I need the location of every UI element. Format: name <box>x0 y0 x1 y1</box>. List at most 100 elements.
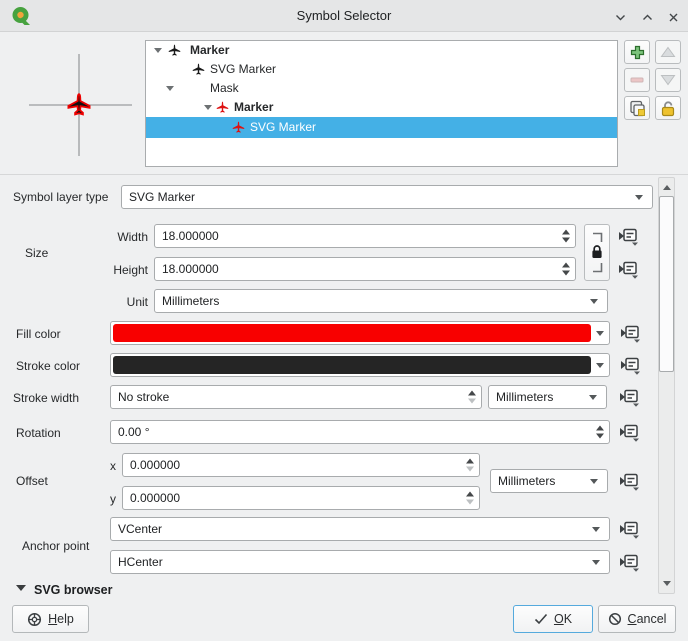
tree-item-svg-marker[interactable]: SVG Marker <box>146 60 617 79</box>
data-defined-override-button[interactable] <box>616 259 640 279</box>
plane-black-icon <box>168 44 181 57</box>
height-value: 18.000000 <box>162 262 219 276</box>
offset-unit-combo[interactable]: Millimeters <box>490 469 608 493</box>
help-button[interactable]: Help <box>12 605 89 633</box>
spin-up-icon[interactable] <box>466 459 474 464</box>
expander-icon[interactable] <box>154 48 162 53</box>
vertical-scrollbar[interactable] <box>658 177 675 594</box>
data-defined-override-button[interactable] <box>617 387 641 407</box>
stroke-width-label: Stroke width <box>13 391 79 405</box>
offset-y-spinbox[interactable]: 0.000000 <box>122 486 480 510</box>
tree-item-marker[interactable]: Marker <box>146 41 617 60</box>
spin-up-icon[interactable] <box>468 391 476 396</box>
symbol-selector-dialog: Symbol Selector Marker SVG Marker <box>0 0 688 641</box>
offset-label: Offset <box>16 474 48 488</box>
fill-color-button[interactable] <box>110 321 610 345</box>
offset-y-label: y <box>110 492 116 506</box>
window-maximize-button[interactable] <box>638 8 656 26</box>
svg-browser-label: SVG browser <box>34 583 113 596</box>
spin-up-icon[interactable] <box>596 426 604 431</box>
anchor-point-label: Anchor point <box>22 539 89 553</box>
cancel-button[interactable]: Cancel <box>598 605 676 633</box>
stroke-color-swatch <box>113 356 591 374</box>
collapse-arrow-icon <box>16 585 26 591</box>
chevron-down-icon <box>590 299 598 304</box>
move-layer-down-button <box>655 68 681 92</box>
check-icon <box>534 613 548 625</box>
anchor-vertical-value: VCenter <box>118 522 162 536</box>
chevron-down-icon <box>614 11 627 24</box>
offset-x-label: x <box>110 459 116 473</box>
tree-item-label: Mask <box>210 81 239 95</box>
symbol-layer-type-label: Symbol layer type <box>13 190 108 204</box>
spin-down-icon[interactable] <box>562 238 570 243</box>
height-label: Height <box>60 263 148 277</box>
spin-down-icon[interactable] <box>466 500 474 505</box>
symbol-layer-tree: Marker SVG Marker Mask Marker SVG Marker <box>145 40 618 167</box>
window-title: Symbol Selector <box>0 8 688 23</box>
plane-marker-icon <box>68 94 89 114</box>
anchor-horizontal-combo[interactable]: HCenter <box>110 550 610 574</box>
symbol-layer-type-value: SVG Marker <box>129 190 195 204</box>
spin-down-icon[interactable] <box>466 467 474 472</box>
tree-item-mask-marker[interactable]: Marker <box>146 98 617 117</box>
help-button-label: Help <box>48 612 74 626</box>
expander-icon[interactable] <box>166 86 174 91</box>
data-defined-override-button[interactable] <box>617 422 641 442</box>
unit-value: Millimeters <box>162 294 219 308</box>
scrollbar-thumb[interactable] <box>659 196 674 372</box>
close-icon <box>667 11 680 24</box>
tree-item-label: Marker <box>190 43 229 57</box>
width-label: Width <box>60 230 148 244</box>
offset-y-value: 0.000000 <box>130 491 180 505</box>
add-symbol-layer-button[interactable] <box>624 40 650 64</box>
ok-button[interactable]: OK <box>513 605 593 633</box>
ok-button-label: OK <box>554 612 572 626</box>
tree-item-mask[interactable]: Mask <box>146 79 617 98</box>
lock-aspect-ratio-button[interactable] <box>584 224 610 281</box>
tree-item-mask-svg-marker-selected[interactable]: SVG Marker <box>146 117 617 138</box>
lock-colors-button[interactable] <box>655 96 681 120</box>
duplicate-layer-button[interactable] <box>624 96 650 120</box>
plane-black-icon <box>192 63 205 76</box>
unit-combo[interactable]: Millimeters <box>154 289 608 313</box>
fill-color-label: Fill color <box>16 327 61 341</box>
stroke-color-button[interactable] <box>110 353 610 377</box>
lock-aspect-icon <box>588 229 606 276</box>
spin-down-icon[interactable] <box>562 271 570 276</box>
tree-item-label: SVG Marker <box>250 120 316 134</box>
anchor-vertical-combo[interactable]: VCenter <box>110 517 610 541</box>
size-label: Size <box>25 246 48 260</box>
data-defined-override-button[interactable] <box>617 552 641 572</box>
svg-browser-group-header[interactable]: SVG browser <box>16 583 113 596</box>
spin-up-icon[interactable] <box>562 230 570 235</box>
symbol-layer-type-combo[interactable]: SVG Marker <box>121 185 653 209</box>
scroll-down-icon[interactable] <box>663 581 671 586</box>
plus-icon <box>630 45 645 60</box>
scroll-up-icon[interactable] <box>663 185 671 190</box>
offset-x-spinbox[interactable]: 0.000000 <box>122 453 480 477</box>
data-defined-override-button[interactable] <box>618 355 642 375</box>
stroke-width-unit-combo[interactable]: Millimeters <box>488 385 607 409</box>
plane-red-icon <box>216 101 229 114</box>
window-close-button[interactable] <box>664 8 682 26</box>
chevron-down-icon[interactable] <box>596 331 604 336</box>
expander-icon[interactable] <box>204 105 212 110</box>
window-shade-button[interactable] <box>611 8 629 26</box>
move-layer-up-button <box>655 40 681 64</box>
spin-down-icon <box>468 399 476 404</box>
stroke-width-spinbox[interactable]: No stroke <box>110 385 482 409</box>
data-defined-override-button[interactable] <box>618 323 642 343</box>
spin-up-icon[interactable] <box>562 263 570 268</box>
spin-up-icon[interactable] <box>466 492 474 497</box>
rotation-value: 0.00 ° <box>118 425 150 439</box>
data-defined-override-button[interactable] <box>616 226 640 246</box>
width-spinbox[interactable]: 18.000000 <box>154 224 576 248</box>
spin-down-icon[interactable] <box>596 434 604 439</box>
data-defined-override-button[interactable] <box>617 519 641 539</box>
data-defined-override-button[interactable] <box>617 471 641 491</box>
height-spinbox[interactable]: 18.000000 <box>154 257 576 281</box>
duplicate-icon <box>629 100 646 117</box>
rotation-spinbox[interactable]: 0.00 ° <box>110 420 610 444</box>
chevron-down-icon[interactable] <box>596 363 604 368</box>
